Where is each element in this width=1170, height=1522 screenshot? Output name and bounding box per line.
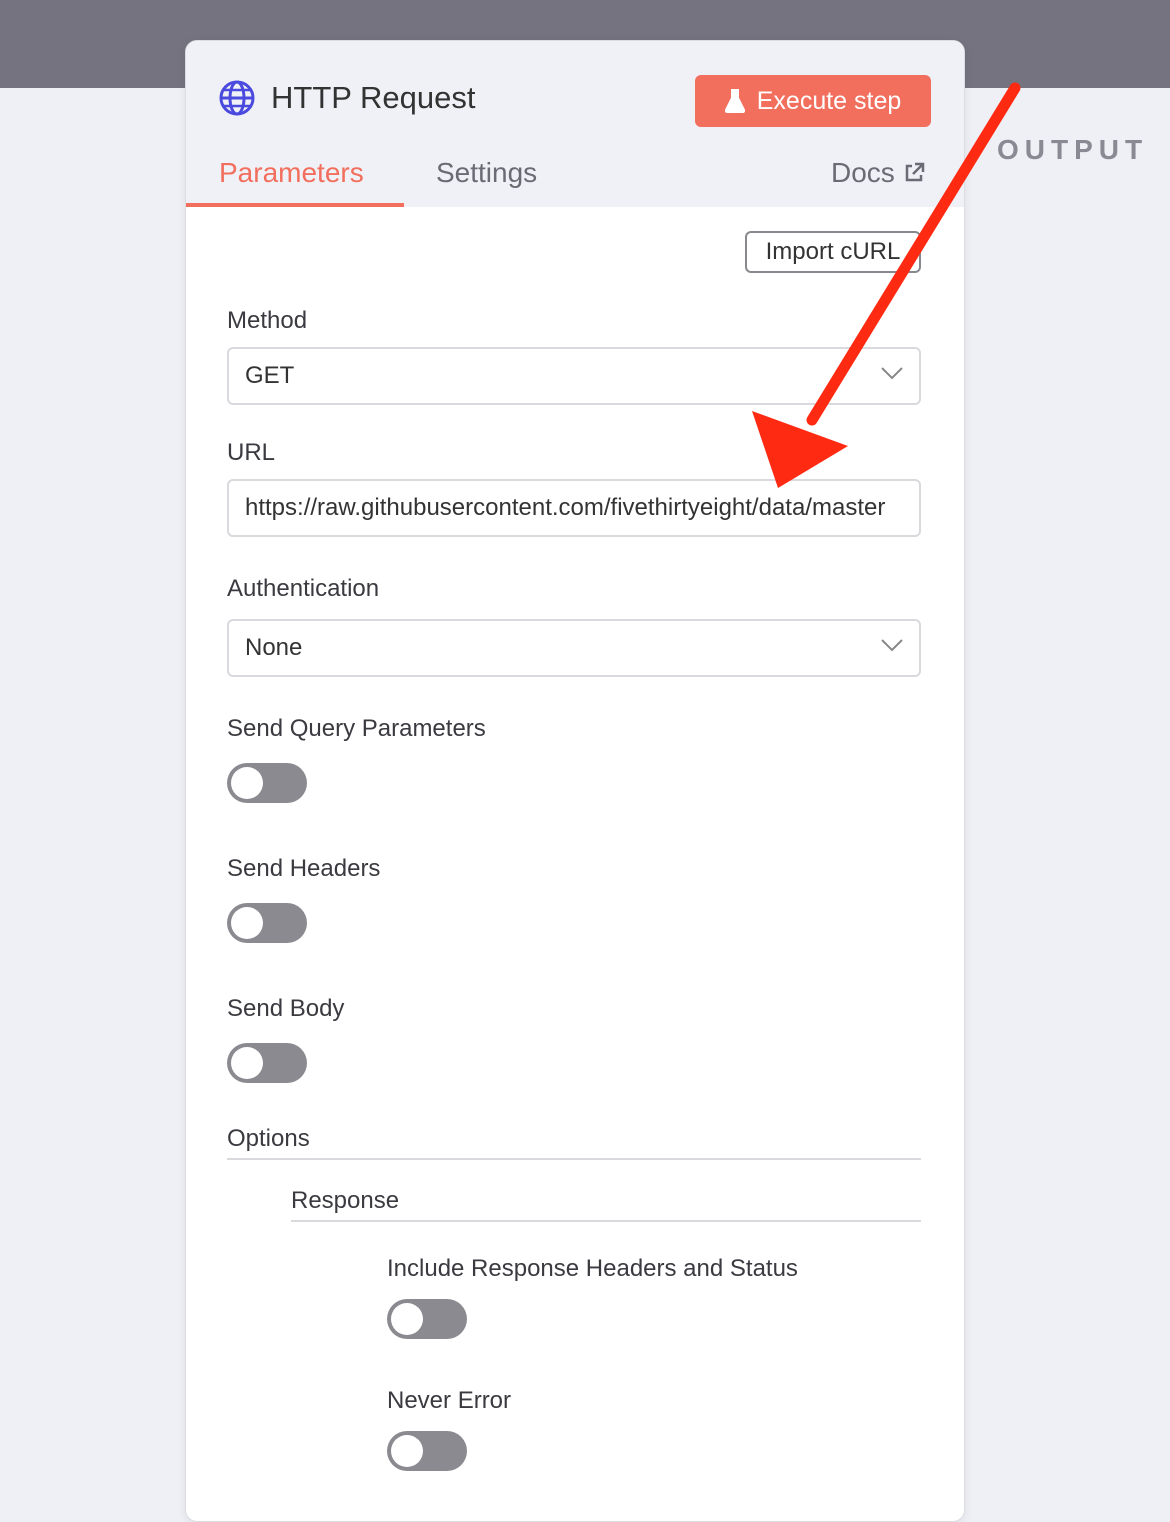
execute-step-label: Execute step [756,86,902,115]
never-error-label: Never Error [387,1387,512,1414]
send-body-toggle[interactable] [227,1043,307,1083]
send-query-toggle[interactable] [227,763,307,803]
method-label: Method [227,307,308,334]
options-label: Options [227,1125,310,1152]
send-headers-label: Send Headers [227,855,381,882]
include-headers-toggle[interactable] [387,1299,467,1339]
authentication-label: Authentication [227,575,380,602]
node-parameters-panel: HTTP Request Execute step Parameters Set… [185,40,965,1522]
chevron-down-icon [881,367,903,380]
url-input[interactable]: https://raw.githubusercontent.com/fiveth… [227,479,921,537]
authentication-select[interactable]: None [227,619,921,677]
node-title: HTTP Request [271,80,476,115]
never-error-toggle[interactable] [387,1431,467,1471]
send-headers-toggle[interactable] [227,903,307,943]
output-label: OUTPUT [997,134,1149,165]
external-link-icon [905,162,925,182]
tab-settings[interactable]: Settings [436,155,537,191]
execute-step-button[interactable]: Execute step [695,75,931,127]
toggle-knob [231,1047,263,1079]
toggle-knob [391,1435,423,1467]
toggle-knob [391,1303,423,1335]
method-select[interactable]: GET [227,347,921,405]
url-value: https://raw.githubusercontent.com/fiveth… [245,494,886,521]
panel-header: HTTP Request Execute step Parameters Set… [186,41,964,207]
toggle-knob [231,767,263,799]
send-query-label: Send Query Parameters [227,715,486,742]
active-tab-indicator [186,203,404,207]
chevron-down-icon [881,639,903,652]
send-body-label: Send Body [227,995,345,1022]
include-headers-label: Include Response Headers and Status [387,1255,798,1282]
response-label: Response [291,1187,400,1214]
import-curl-button[interactable]: Import cURL [745,231,921,273]
flask-icon [724,89,745,113]
method-value: GET [245,362,295,389]
response-divider [291,1220,921,1222]
options-divider [227,1158,921,1160]
toggle-knob [231,907,263,939]
docs-link[interactable]: Docs [831,155,925,191]
docs-label: Docs [831,157,895,188]
url-label: URL [227,439,276,466]
globe-icon [219,80,255,116]
authentication-value: None [245,634,303,661]
tab-parameters[interactable]: Parameters [219,155,364,191]
